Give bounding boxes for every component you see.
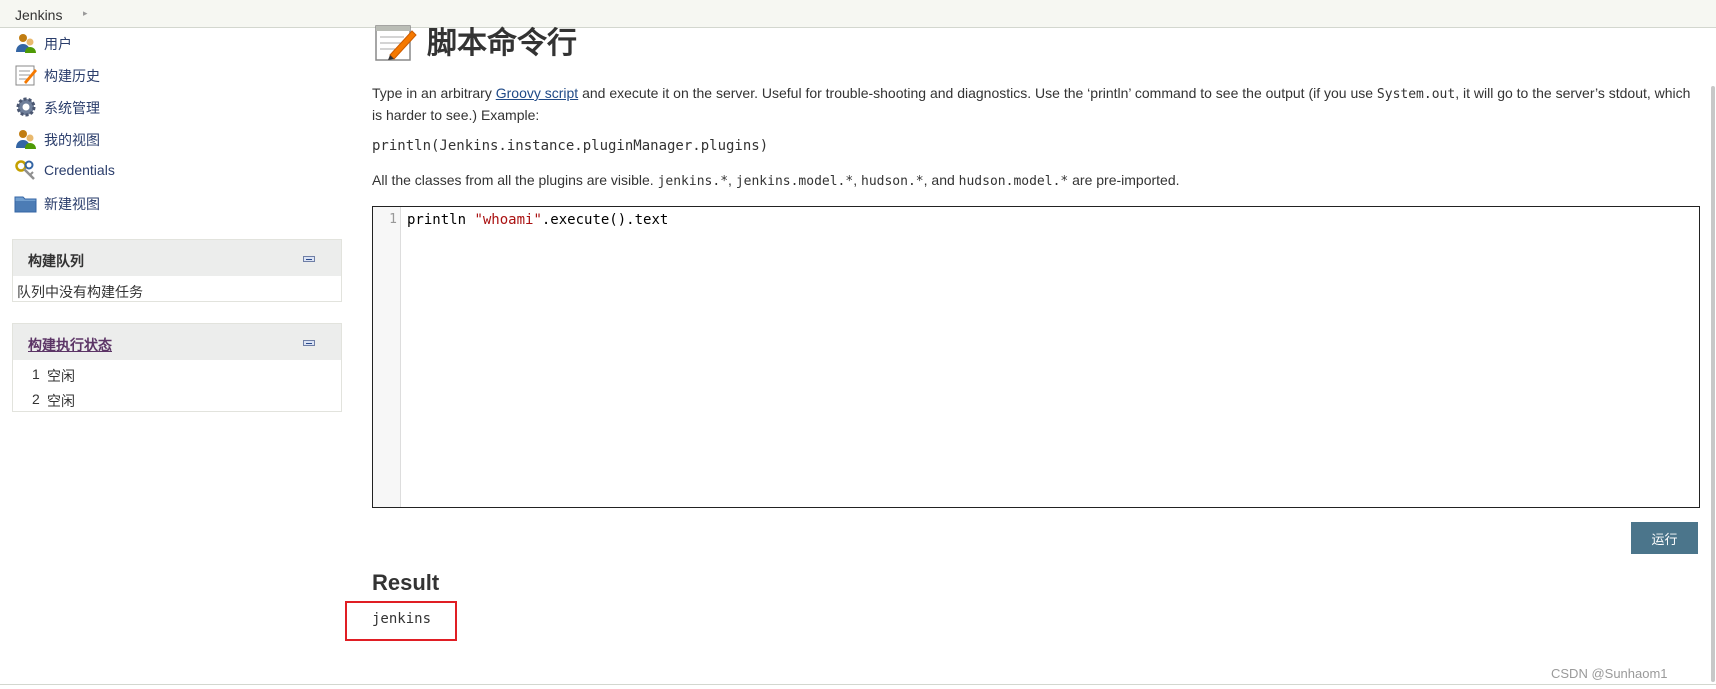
watermark: CSDN @Sunhaom1 xyxy=(1551,666,1668,681)
sidebar-item-label: 我的视图 xyxy=(44,132,100,148)
imports-text: , xyxy=(853,172,861,188)
imports-code: jenkins.model.* xyxy=(735,174,854,189)
line-number: 1 xyxy=(389,212,397,227)
imports-code: hudson.model.* xyxy=(958,174,1069,189)
executor-status: 空闲 xyxy=(47,393,75,409)
executor-status: 空闲 xyxy=(47,368,75,384)
build-queue-title: 构建队列 xyxy=(28,253,84,269)
example-code: println(Jenkins.instance.pluginManager.p… xyxy=(372,138,769,154)
imports-note: All the classes from all the plugins are… xyxy=(372,172,1180,189)
imports-text: are pre-imported. xyxy=(1068,172,1180,188)
people-icon xyxy=(16,130,36,149)
sidebar-item-label: 系统管理 xyxy=(44,100,100,116)
run-button[interactable]: 运行 xyxy=(1631,522,1698,554)
notepad-icon xyxy=(375,25,417,61)
groovy-script-link[interactable]: Groovy script xyxy=(496,85,578,101)
code-token: .execute().text xyxy=(541,212,669,228)
folder-icon xyxy=(14,196,37,213)
code-line[interactable]: println "whoami".execute().text xyxy=(407,212,668,228)
pane-header: 构建执行状态 xyxy=(13,324,341,360)
sidebar-item-label: 用户 xyxy=(44,36,72,52)
imports-code: hudson.* xyxy=(861,174,924,189)
keys-icon xyxy=(15,160,35,180)
people-icon xyxy=(16,34,36,53)
sidebar-item-label: Credentials xyxy=(44,162,115,178)
collapse-icon[interactable] xyxy=(303,256,315,262)
scrollbar[interactable] xyxy=(1711,86,1715,682)
footer-divider xyxy=(0,684,1716,685)
build-queue-empty: 队列中没有构建任务 xyxy=(17,284,143,300)
desc-text: Type in an arbitrary xyxy=(372,85,496,101)
notepad-icon xyxy=(15,65,37,86)
imports-text: All the classes from all the plugins are… xyxy=(372,172,658,188)
breadcrumb-jenkins[interactable]: Jenkins xyxy=(15,7,62,23)
result-output: jenkins xyxy=(372,611,432,627)
executor-number: 2 xyxy=(32,391,40,407)
pane-header: 构建队列 xyxy=(13,240,341,276)
sidebar-item-label: 新建视图 xyxy=(44,196,100,212)
script-editor[interactable]: 1 println "whoami".execute().text xyxy=(372,206,1700,508)
page-title: 脚本命令行 xyxy=(427,26,577,61)
collapse-icon[interactable] xyxy=(303,340,315,346)
executor-number: 1 xyxy=(32,366,40,382)
build-queue-pane: 构建队列 队列中没有构建任务 xyxy=(12,239,342,302)
imports-code: jenkins.* xyxy=(657,174,729,189)
executors-title-link[interactable]: 构建执行状态 xyxy=(28,335,112,355)
imports-text: , xyxy=(728,172,736,188)
code-string-token: "whoami" xyxy=(474,212,542,228)
chevron-right-icon[interactable]: ▸ xyxy=(83,8,88,19)
result-title: Result xyxy=(372,570,440,595)
gear-icon xyxy=(16,97,36,117)
desc-text: and execute it on the server. Useful for… xyxy=(578,85,1377,101)
sidebar-item-label: 构建历史 xyxy=(44,68,100,84)
executors-pane: 构建执行状态 1 空闲 2 空闲 xyxy=(12,323,342,412)
desc-code: System.out xyxy=(1376,87,1456,102)
breadcrumb: Jenkins ▸ xyxy=(0,0,1716,28)
code-token: println xyxy=(407,212,475,228)
imports-text: , and xyxy=(923,172,959,188)
editor-gutter: 1 xyxy=(373,207,401,507)
description: Type in an arbitrary Groovy script and e… xyxy=(372,83,1702,126)
